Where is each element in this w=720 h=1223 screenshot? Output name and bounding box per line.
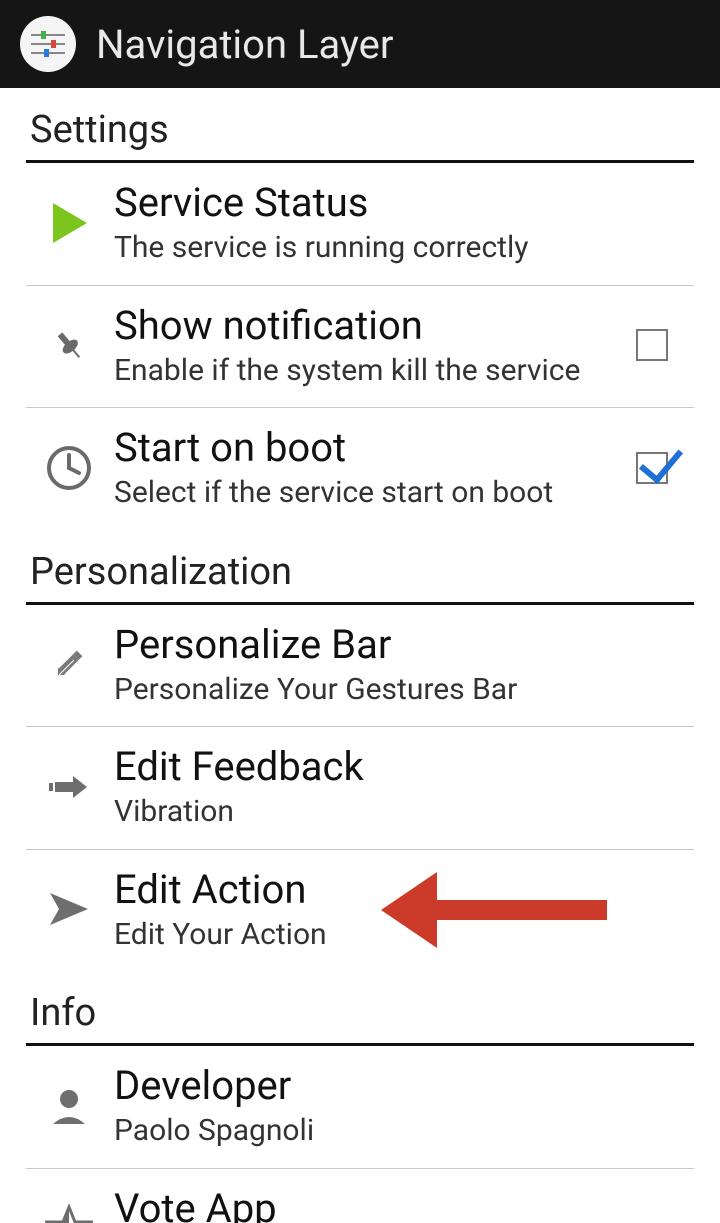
item-title: Show notification <box>114 302 636 350</box>
pin-icon <box>42 318 96 372</box>
item-title: Vote App <box>114 1185 694 1223</box>
arrow-right-icon <box>42 760 96 814</box>
app-top-bar: Navigation Layer <box>0 0 720 88</box>
item-title: Edit Action <box>114 866 694 914</box>
item-subtitle: Enable if the system kill the service <box>114 352 636 390</box>
item-title: Start on boot <box>114 424 636 472</box>
item-subtitle: The service is running correctly <box>114 229 694 267</box>
item-personalize-bar[interactable]: Personalize Bar Personalize Your Gesture… <box>26 605 694 728</box>
info-list: Developer Paolo Spagnoli Vote App Vote o… <box>26 1046 694 1223</box>
checkbox-show-notification[interactable] <box>636 329 668 361</box>
app-title: Navigation Layer <box>96 21 393 68</box>
item-subtitle: Select if the service start on boot <box>114 474 636 512</box>
item-title: Edit Feedback <box>114 743 694 791</box>
settings-list: Service Status The service is running co… <box>26 163 694 530</box>
item-subtitle: Paolo Spagnoli <box>114 1112 694 1150</box>
checkbox-start-on-boot[interactable] <box>636 452 668 484</box>
pencil-icon <box>42 637 96 691</box>
item-show-notification[interactable]: Show notification Enable if the system k… <box>26 286 694 409</box>
app-icon <box>20 16 76 72</box>
item-edit-action[interactable]: Edit Action Edit Your Action <box>26 850 694 972</box>
star-icon <box>42 1201 96 1223</box>
item-title: Service Status <box>114 179 694 227</box>
item-vote-app[interactable]: Vote App Vote our App to Play Store <box>26 1169 694 1223</box>
item-service-status[interactable]: Service Status The service is running co… <box>26 163 694 286</box>
send-icon <box>42 882 96 936</box>
item-title: Personalize Bar <box>114 621 694 669</box>
item-subtitle: Vibration <box>114 793 694 831</box>
item-title: Developer <box>114 1062 694 1110</box>
item-start-on-boot[interactable]: Start on boot Select if the service star… <box>26 408 694 530</box>
item-subtitle: Edit Your Action <box>114 916 694 954</box>
item-subtitle: Personalize Your Gestures Bar <box>114 671 694 709</box>
item-edit-feedback[interactable]: Edit Feedback Vibration <box>26 727 694 850</box>
section-header-settings: Settings <box>26 88 694 163</box>
personalization-list: Personalize Bar Personalize Your Gesture… <box>26 605 694 972</box>
section-header-info: Info <box>26 971 694 1046</box>
clock-icon <box>42 441 96 495</box>
section-header-personalization: Personalization <box>26 530 694 605</box>
play-icon <box>42 196 96 250</box>
item-developer[interactable]: Developer Paolo Spagnoli <box>26 1046 694 1169</box>
person-icon <box>42 1079 96 1133</box>
